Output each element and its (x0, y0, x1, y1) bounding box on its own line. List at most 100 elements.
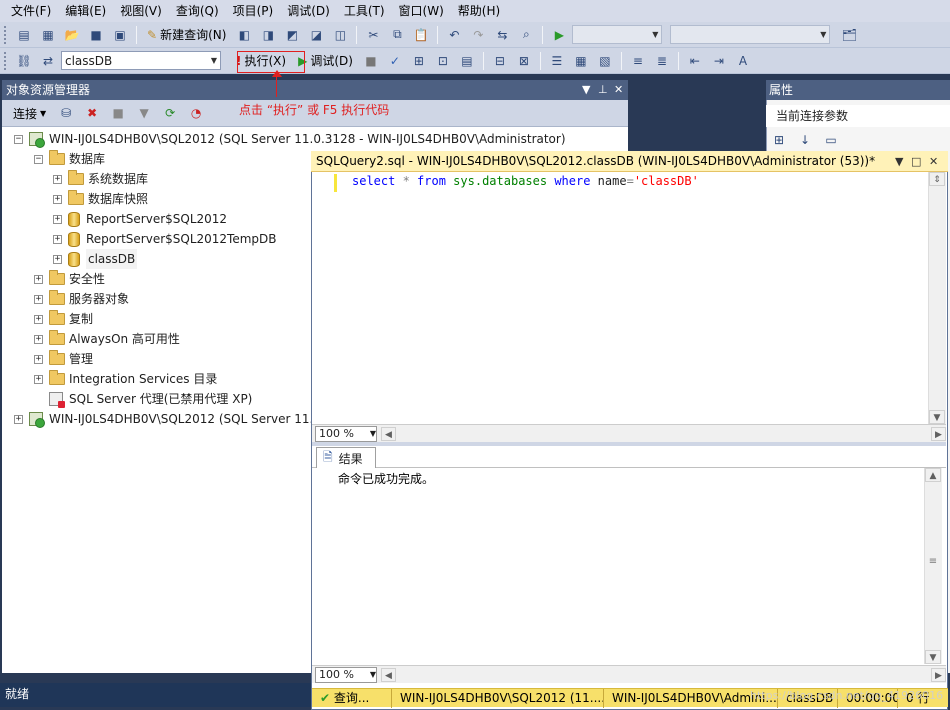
scroll-left-icon[interactable]: ◀ (381, 667, 396, 682)
sql-code-line[interactable]: select * from sys.databases where name='… (352, 174, 699, 188)
dropdown-icon[interactable]: ▼ (582, 80, 590, 100)
alphabetical-icon[interactable]: ↓ (794, 130, 816, 150)
disconnect-icon[interactable]: ✖ (81, 103, 103, 123)
property-pages-icon[interactable]: ▭ (820, 130, 842, 150)
dmx-query-icon[interactable]: ◩ (281, 25, 303, 45)
tree-node-security[interactable]: + 安全性 (34, 269, 105, 289)
menu-window[interactable]: 窗口(W) (392, 0, 451, 22)
tree-node-reportserver-tempdb[interactable]: + ReportServer$SQL2012TempDB (53, 229, 277, 249)
connect-server-icon[interactable]: ⛁ (55, 103, 77, 123)
parse-icon[interactable]: ✓ (384, 51, 406, 71)
expand-icon[interactable]: + (53, 174, 62, 184)
tree-node-replication[interactable]: + 复制 (34, 309, 93, 329)
find-combo[interactable]: ▼ (670, 25, 831, 44)
sqlce-query-icon[interactable]: ◫ (329, 25, 351, 45)
close-icon[interactable]: ✕ (929, 151, 938, 172)
results-grid-icon[interactable]: ▦ (570, 51, 592, 71)
tree-node-classdb[interactable]: + classDB (53, 249, 138, 269)
specify-values-icon[interactable]: A (732, 51, 754, 71)
results-vertical-scrollbar[interactable]: ▲ ≡ ▼ (924, 468, 942, 664)
solution-config-combo[interactable]: ▼ (572, 25, 663, 44)
editor-vertical-scrollbar[interactable]: ⇕ ▼ (928, 172, 946, 424)
query-designer-icon[interactable]: ⊡ (432, 51, 454, 71)
toolbar-grip[interactable] (4, 51, 8, 70)
sql-editor[interactable] (312, 172, 927, 424)
menu-query[interactable]: 查询(Q) (169, 0, 226, 22)
expand-icon[interactable]: + (34, 374, 43, 384)
menu-edit[interactable]: 编辑(E) (58, 0, 113, 22)
close-icon[interactable]: ✕ (614, 80, 623, 100)
scroll-up-icon[interactable]: ▲ (925, 468, 941, 482)
expand-icon[interactable]: + (34, 334, 43, 344)
comment-icon[interactable]: ≡ (627, 51, 649, 71)
tree-node-alwayson[interactable]: + AlwaysOn 高可用性 (34, 329, 180, 349)
include-plan-icon[interactable]: ⊟ (489, 51, 511, 71)
results-text-icon[interactable]: ☰ (546, 51, 568, 71)
database-combo[interactable]: classDB ▼ (61, 51, 221, 70)
scroll-down-icon[interactable]: ▼ (929, 410, 945, 424)
undo-icon[interactable]: ↶ (443, 25, 465, 45)
properties-icon[interactable]: 🗂 (838, 25, 860, 45)
tree-node-integration-services[interactable]: + Integration Services 目录 (34, 369, 217, 389)
save-icon[interactable]: ■ (85, 25, 107, 45)
connect-button[interactable]: 连接 ▼ (8, 103, 51, 123)
refresh-icon[interactable]: ⟳ (159, 103, 181, 123)
tree-node-database-snapshots[interactable]: + 数据库快照 (53, 189, 148, 209)
connect-icon[interactable]: ⛓ (13, 51, 35, 71)
expand-icon[interactable]: + (34, 274, 43, 284)
menu-debug[interactable]: 调试(D) (280, 0, 337, 22)
menu-tools[interactable]: 工具(T) (337, 0, 392, 22)
cut-icon[interactable]: ✂ (362, 25, 384, 45)
new-project-icon[interactable]: ▤ (13, 25, 35, 45)
expand-icon[interactable]: + (53, 214, 62, 224)
pin-icon[interactable]: ⊥ (598, 80, 608, 100)
open-file-icon[interactable]: 📂 (61, 25, 83, 45)
collapse-icon[interactable]: − (14, 134, 23, 144)
expand-icon[interactable]: + (34, 294, 43, 304)
expand-icon[interactable]: + (14, 414, 23, 424)
client-stats-icon[interactable]: ⊠ (513, 51, 535, 71)
maximize-icon[interactable]: □ (911, 151, 921, 172)
scroll-down-icon[interactable]: ▼ (925, 650, 941, 664)
stop-icon[interactable]: ■ (107, 103, 129, 123)
scroll-right-icon[interactable]: ▶ (931, 426, 946, 441)
navigate-icon[interactable]: ⇆ (491, 25, 513, 45)
display-plan-icon[interactable]: ⊞ (408, 51, 430, 71)
menu-project[interactable]: 项目(P) (226, 0, 281, 22)
tree-node-server[interactable]: − WIN-IJ0LS4DHB0V\SQL2012 (SQL Server 11… (14, 129, 566, 149)
paste-icon[interactable]: 📋 (410, 25, 432, 45)
expand-icon[interactable]: + (53, 254, 62, 264)
indent-icon[interactable]: ⇥ (708, 51, 730, 71)
results-hscroll-track[interactable] (400, 667, 927, 682)
dropdown-icon[interactable]: ▼ (895, 151, 903, 172)
menu-view[interactable]: 视图(V) (113, 0, 169, 22)
categorized-icon[interactable]: ⊞ (768, 130, 790, 150)
intellisense-icon[interactable]: ▤ (456, 51, 478, 71)
expand-icon[interactable]: + (53, 194, 62, 204)
outdent-icon[interactable]: ⇤ (684, 51, 706, 71)
editor-hscroll-track[interactable] (400, 426, 927, 441)
db-engine-query-icon[interactable]: ◧ (233, 25, 255, 45)
cancel-query-icon[interactable]: ■ (360, 51, 382, 71)
tree-node-reportserver[interactable]: + ReportServer$SQL2012 (53, 209, 227, 229)
save-all-icon[interactable]: ▣ (109, 25, 131, 45)
activity-monitor-icon[interactable]: ◔ (185, 103, 207, 123)
change-connection-icon[interactable]: ⇄ (37, 51, 59, 71)
copy-icon[interactable]: ⧉ (386, 25, 408, 45)
start-icon[interactable]: ▶ (548, 25, 570, 45)
find-icon[interactable]: ⌕ (515, 25, 537, 45)
new-query-button[interactable]: ✎ 新建查询(N) (142, 25, 231, 45)
scroll-grip-icon[interactable]: ≡ (927, 556, 939, 570)
scroll-left-icon[interactable]: ◀ (381, 426, 396, 441)
tree-node-system-databases[interactable]: + 系统数据库 (53, 169, 148, 189)
properties-object-selector[interactable]: 当前连接参数 (766, 105, 950, 127)
xmla-query-icon[interactable]: ◪ (305, 25, 327, 45)
menu-file[interactable]: 文件(F) (4, 0, 58, 22)
menu-help[interactable]: 帮助(H) (451, 0, 507, 22)
results-file-icon[interactable]: ▧ (594, 51, 616, 71)
split-icon[interactable]: ⇕ (929, 172, 945, 186)
expand-icon[interactable]: + (34, 314, 43, 324)
expand-icon[interactable]: + (53, 234, 62, 244)
tree-node-databases[interactable]: − 数据库 (34, 149, 105, 169)
tree-node-server-objects[interactable]: + 服务器对象 (34, 289, 129, 309)
